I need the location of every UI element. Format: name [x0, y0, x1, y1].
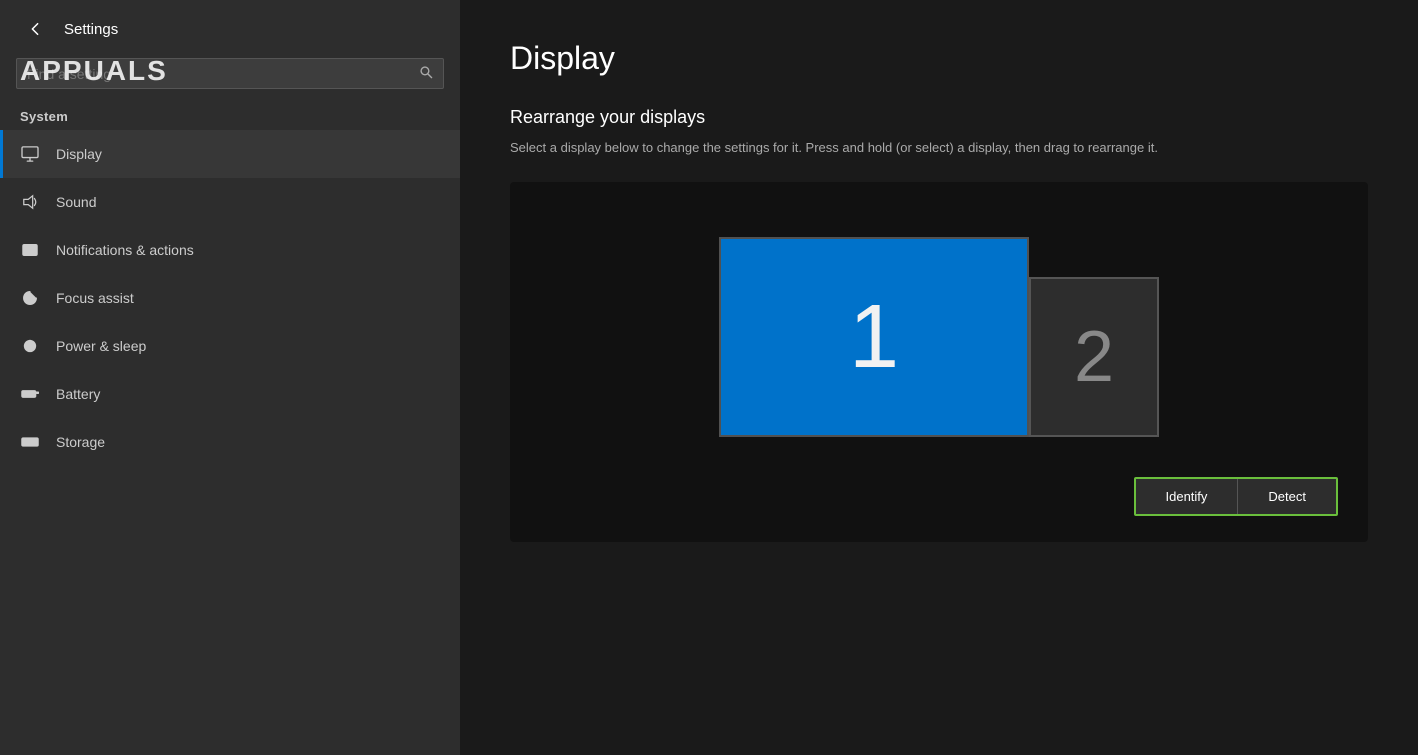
monitor-1[interactable]: 1	[719, 237, 1029, 437]
logo-text: APPUALS	[20, 55, 168, 87]
page-title: Display	[510, 40, 1368, 77]
sidebar-item-label-display: Display	[56, 146, 102, 162]
sidebar-item-label-focus: Focus assist	[56, 290, 134, 306]
display-area: 1 2 Identify Detect	[510, 182, 1368, 542]
section-description: Select a display below to change the set…	[510, 138, 1368, 158]
identify-detect-row: Identify Detect	[540, 467, 1338, 516]
search-icon	[419, 65, 433, 82]
sidebar-item-battery[interactable]: Battery	[0, 370, 460, 418]
app-title: Settings	[64, 21, 118, 38]
sidebar-item-display[interactable]: Display	[0, 130, 460, 178]
sound-icon	[20, 192, 40, 212]
main-content: Display Rearrange your displays Select a…	[460, 0, 1418, 755]
sidebar-item-storage[interactable]: Storage	[0, 418, 460, 466]
sidebar: Settings APPUALS System Display	[0, 0, 460, 755]
monitor-1-number: 1	[849, 286, 899, 389]
sidebar-item-label-power: Power & sleep	[56, 338, 146, 354]
back-icon	[28, 22, 42, 36]
back-button[interactable]	[20, 18, 50, 40]
sidebar-item-focus[interactable]: Focus assist	[0, 274, 460, 322]
monitor-2-number: 2	[1074, 316, 1114, 398]
logo-area: APPUALS	[20, 55, 168, 87]
sidebar-item-label-sound: Sound	[56, 194, 96, 210]
identify-detect-group: Identify Detect	[1134, 477, 1339, 516]
battery-icon	[20, 384, 40, 404]
sidebar-item-sound[interactable]: Sound	[0, 178, 460, 226]
detect-button[interactable]: Detect	[1237, 479, 1336, 514]
identify-button[interactable]: Identify	[1136, 479, 1238, 514]
section-title: Rearrange your displays	[510, 107, 1368, 128]
focus-icon	[20, 288, 40, 308]
system-section-label: System	[0, 101, 460, 130]
sidebar-item-label-storage: Storage	[56, 434, 105, 450]
sidebar-item-power[interactable]: Power & sleep	[0, 322, 460, 370]
storage-icon	[20, 432, 40, 452]
sidebar-item-label-notifications: Notifications & actions	[56, 242, 194, 258]
sidebar-header: Settings	[0, 0, 460, 50]
display-icon	[20, 144, 40, 164]
notifications-icon	[20, 240, 40, 260]
sidebar-item-notifications[interactable]: Notifications & actions	[0, 226, 460, 274]
monitor-2[interactable]: 2	[1029, 277, 1159, 437]
power-icon	[20, 336, 40, 356]
monitors-row: 1 2	[719, 237, 1159, 437]
sidebar-item-label-battery: Battery	[56, 386, 100, 402]
